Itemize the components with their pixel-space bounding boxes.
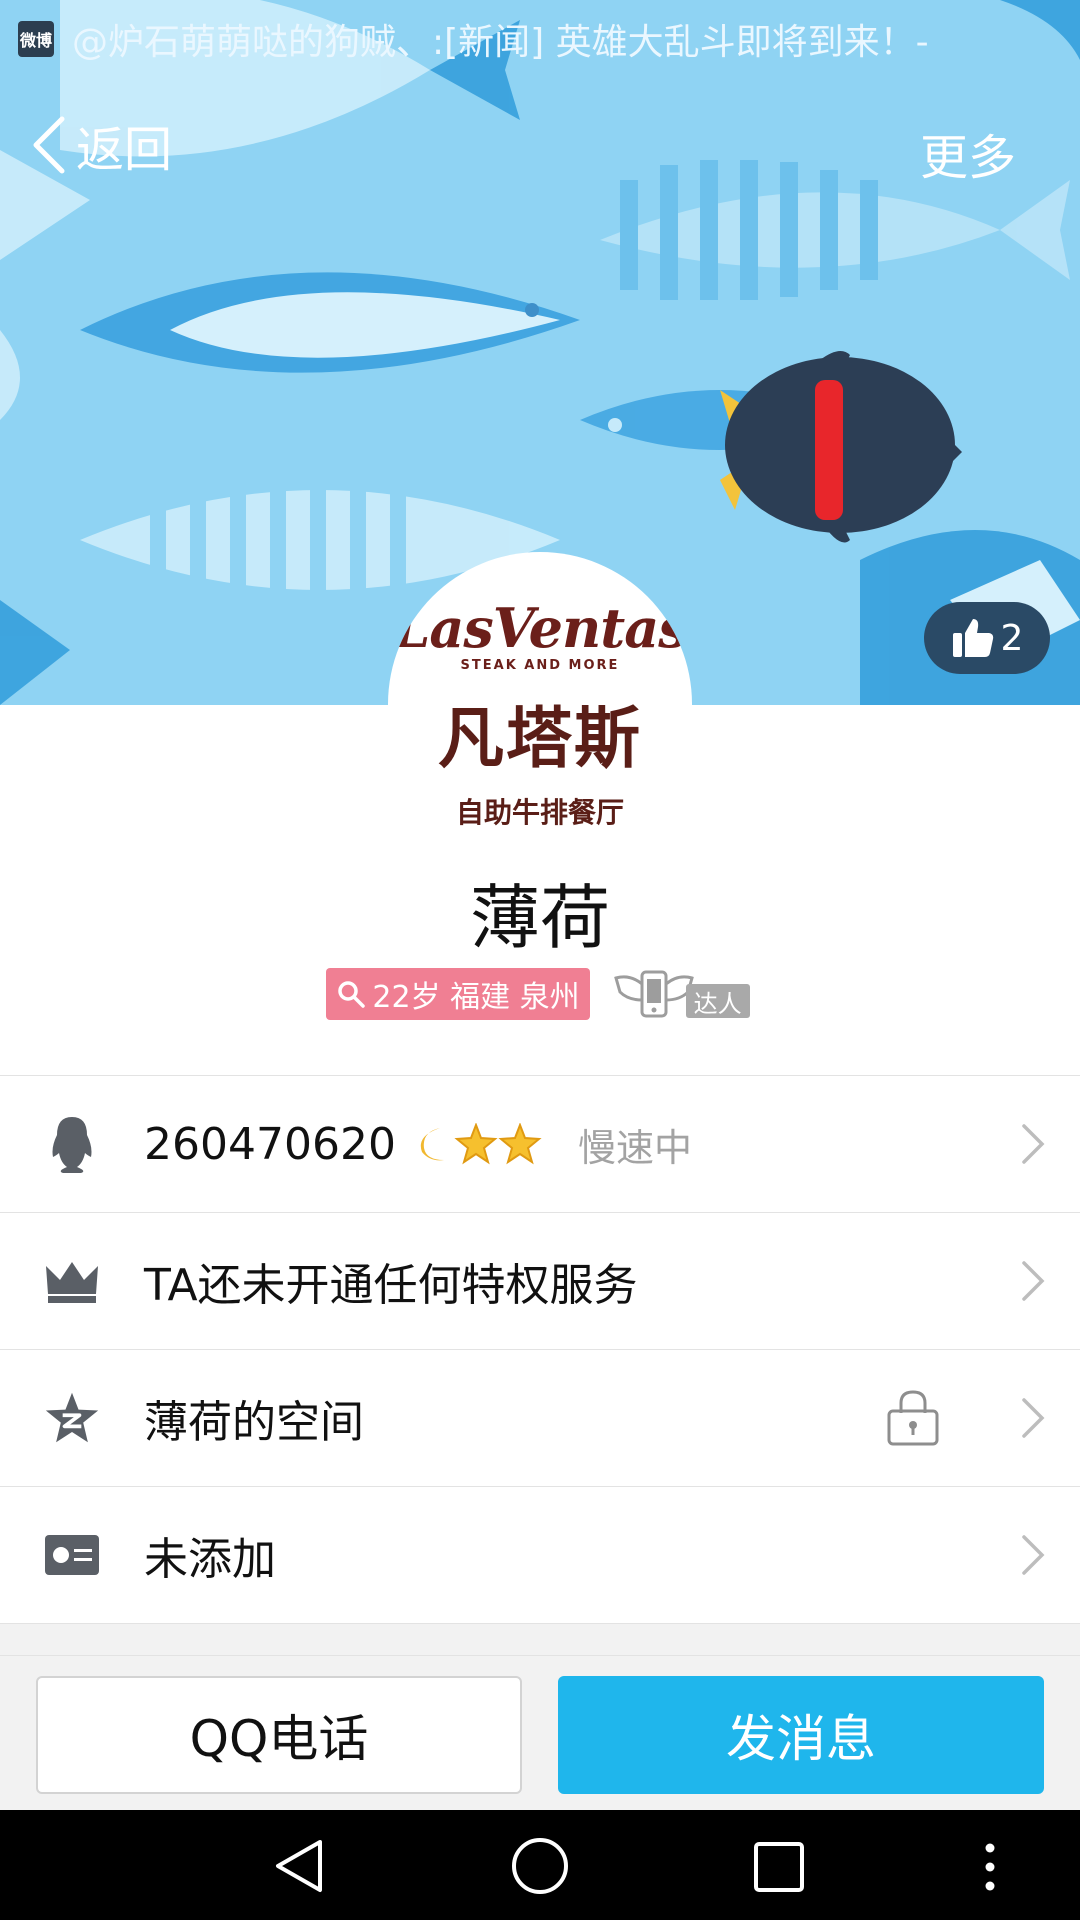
avatar-brand-cn: 凡塔斯 [438,699,642,777]
talent-badge-label: 达人 [685,984,750,1018]
home-circle-icon[interactable] [510,1836,570,1896]
profile-info-list: 260470620 慢速中 TA还未开通任何特权服务 薄荷的空间 未添加 [0,1075,1080,1624]
top-nav: 返回 更多 [0,100,1080,192]
send-message-button[interactable]: 发消息 [558,1676,1044,1794]
back-triangle-icon[interactable] [272,1838,326,1894]
search-person-icon [338,981,366,1008]
chevron-right-icon [1022,1261,1045,1301]
moon-icon [420,1128,444,1161]
info-tag-text: 22岁 福建 泉州 [372,980,580,1015]
notification-text: @炉石萌萌哒的狗贼、:[新闻] 英雄大乱斗即将到来！- [72,22,929,63]
star-icon [498,1123,542,1165]
profile-name: 薄荷 [470,877,610,959]
privilege-row[interactable]: TA还未开通任何特权服务 [0,1213,1080,1350]
back-label: 返回 [76,122,173,178]
chevron-left-icon [33,116,65,174]
penguin-icon [44,1116,100,1173]
avatar-brand-en: LasVentas [392,596,688,660]
thumbs-up-icon [952,619,993,657]
id-card-label: 未添加 [144,1534,276,1585]
talent-badge[interactable]: 达人 [613,966,754,1022]
menu-dots-icon[interactable] [980,1840,1000,1894]
chevron-right-icon [1022,1124,1045,1164]
privilege-label: TA还未开通任何特权服务 [144,1260,638,1311]
id-card-icon [44,1527,100,1583]
like-count: 2 [1000,617,1024,659]
profile-tags: 22岁 福建 泉州 达人 [0,966,1080,1022]
qzone-label: 薄荷的空间 [144,1397,364,1448]
like-button[interactable]: 2 [924,602,1050,674]
profile-page: 微博 @炉石萌萌哒的狗贼、:[新闻] 英雄大乱斗即将到来！- 返回 更多 2 L… [0,0,1080,1920]
speed-status: 慢速中 [577,1125,692,1170]
weibo-icon: 微博 [18,21,54,57]
notification-bar: 微博 @炉石萌萌哒的狗贼、:[新闻] 英雄大乱斗即将到来！- [0,0,1080,78]
qzone-star-icon [44,1390,100,1446]
avatar[interactable]: LasVentas STEAK AND MORE 凡塔斯 自助牛排餐厅 [388,552,692,856]
lock-icon [887,1390,939,1446]
system-nav-bar [0,1810,1080,1920]
action-bar: QQ电话 发消息 [0,1655,1080,1810]
qq-number: 260470620 [144,1118,396,1170]
star-icon [454,1123,498,1165]
qq-number-row[interactable]: 260470620 慢速中 [0,1076,1080,1213]
winged-phone-icon [613,970,694,1018]
avatar-brand-desc: 自助牛排餐厅 [455,796,624,829]
qq-call-button[interactable]: QQ电话 [36,1676,522,1794]
crown-icon [44,1253,100,1309]
id-card-row[interactable]: 未添加 [0,1487,1080,1624]
info-tag: 22岁 福建 泉州 [326,968,590,1020]
chevron-right-icon [1022,1535,1045,1575]
recents-square-icon[interactable] [752,1840,806,1894]
qzone-row[interactable]: 薄荷的空间 [0,1350,1080,1487]
more-button[interactable]: 更多 [920,118,1016,188]
back-button[interactable]: 返回 [30,110,172,180]
avatar-brand-tagline: STEAK AND MORE [460,658,620,673]
chevron-right-icon [1022,1398,1045,1438]
level-icons [414,1123,542,1165]
